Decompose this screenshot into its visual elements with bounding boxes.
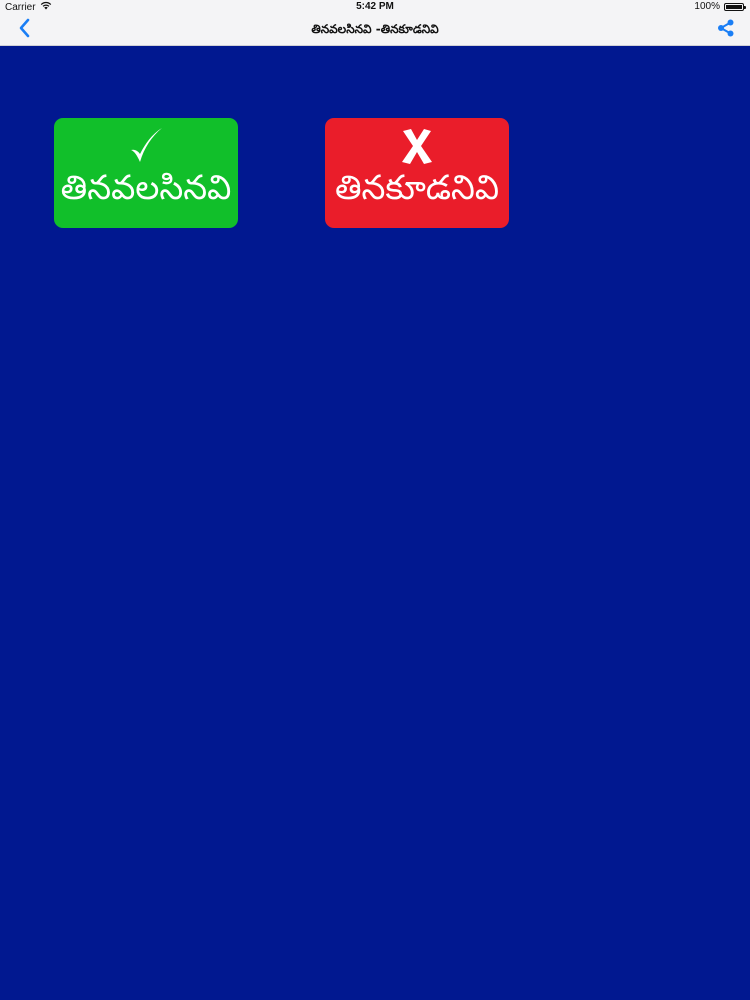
cross-icon xyxy=(400,124,434,168)
checkmark-icon xyxy=(128,124,164,168)
status-bar: Carrier 5:42 PM 100% xyxy=(0,0,750,14)
battery-fill xyxy=(726,4,742,9)
battery-percent: 100% xyxy=(694,1,720,12)
navigation-bar: తినవలసినవి -తినకూడనివి xyxy=(0,14,750,46)
donts-label: తినకూడనివి xyxy=(334,168,500,208)
status-right: 100% xyxy=(694,1,746,12)
status-time: 5:42 PM xyxy=(356,1,394,12)
dos-tile-button[interactable]: తినవలసినవి xyxy=(54,118,238,228)
dos-label: తినవలసినవి xyxy=(60,168,232,208)
donts-tile-button[interactable]: తినకూడనివి xyxy=(325,118,509,228)
battery-icon xyxy=(724,2,746,11)
share-icon xyxy=(717,19,735,41)
share-button[interactable] xyxy=(712,18,740,42)
page-title: తినవలసినవి -తినకూడనివి xyxy=(311,22,439,36)
